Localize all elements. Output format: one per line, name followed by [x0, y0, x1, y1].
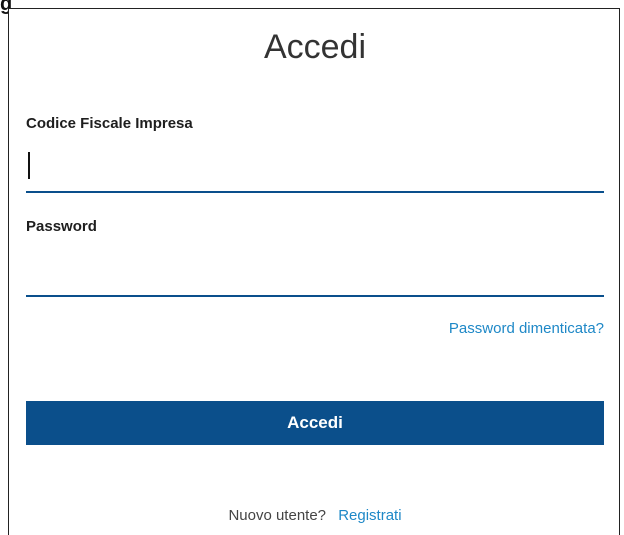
new-user-prompt: Nuovo utente?	[228, 507, 327, 524]
register-row: Nuovo utente? Registrati	[9, 507, 621, 524]
forgot-password-link[interactable]: Password dimenticata?	[449, 320, 604, 337]
login-button[interactable]: Accedi	[26, 401, 604, 445]
page-title: Accedi	[263, 28, 367, 66]
fiscal-code-label: Codice Fiscale Impresa	[26, 115, 193, 132]
password-label: Password	[26, 218, 97, 235]
page: g Accedi Codice Fiscale Impresa Password…	[0, 0, 624, 535]
text-cursor	[28, 152, 30, 179]
fiscal-code-input[interactable]	[26, 151, 604, 193]
password-input[interactable]	[26, 255, 604, 297]
login-panel: Accedi Codice Fiscale Impresa Password P…	[8, 8, 620, 535]
register-link[interactable]: Registrati	[338, 507, 401, 524]
